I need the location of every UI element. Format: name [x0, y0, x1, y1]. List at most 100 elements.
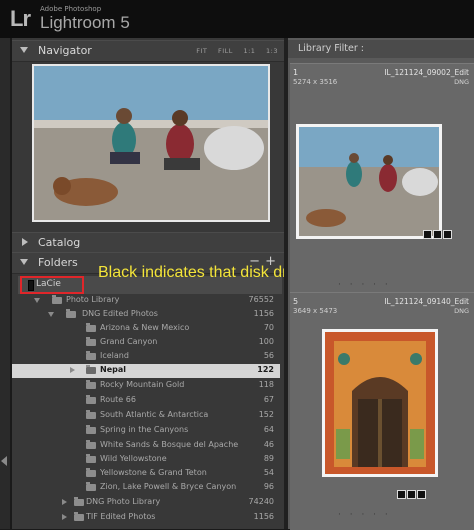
thumbnail-photo-image [325, 332, 435, 474]
folder-item-arizona[interactable]: Arizona & New Mexico 70 [12, 322, 280, 336]
disclosure-down-icon [20, 259, 28, 265]
zoom-1-3[interactable]: 1:3 [266, 47, 278, 55]
folder-count: 74240 [248, 497, 274, 506]
folder-item-spring-in-the-canyons[interactable]: Spring in the Canyons 64 [12, 424, 280, 438]
zoom-fill[interactable]: FILL [218, 47, 233, 55]
folder-item-rocky-mountain-gold[interactable]: Rocky Mountain Gold 118 [12, 379, 280, 393]
folder-count: 54 [263, 468, 274, 477]
folder-label: Yellowstone & Grand Teton [100, 468, 207, 477]
grid-thumbnail[interactable] [296, 124, 442, 239]
disclosure-right-icon[interactable] [62, 499, 67, 505]
folder-icon [86, 425, 96, 434]
folder-item-grand-canyon[interactable]: Grand Canyon 100 [12, 336, 280, 350]
thumbnail-badges [422, 230, 452, 241]
folder-count: 76552 [248, 295, 274, 304]
folder-icon [52, 295, 62, 304]
rating-dots[interactable]: · · · · · [338, 280, 391, 290]
navigator-preview[interactable] [32, 64, 270, 222]
rating-dots[interactable]: · · · · · [338, 510, 391, 520]
folder-item-wild-yellowstone[interactable]: Wild Yellowstone 89 [12, 453, 280, 467]
folder-item-dng-photo-library[interactable]: DNG Photo Library 74240 [12, 496, 280, 510]
folder-count: 56 [263, 351, 274, 360]
folder-item-nepal[interactable]: Nepal 122 [12, 364, 280, 378]
lightroom-logo: Lr [10, 6, 31, 31]
folder-count: 1156 [253, 309, 274, 318]
folder-icon [86, 323, 96, 332]
badge-icon [417, 490, 426, 499]
badge-icon [443, 230, 452, 239]
folder-label: White Sands & Bosque del Apache [100, 440, 239, 449]
badge-icon [433, 230, 442, 239]
folder-label: South Atlantic & Antarctica [100, 410, 209, 419]
library-filter-label: Library Filter : [298, 43, 364, 54]
folder-item-yellowstone-grand-teton[interactable]: Yellowstone & Grand Teton 54 [12, 467, 280, 481]
folder-label: Wild Yellowstone [100, 454, 167, 463]
folder-item-route-66[interactable]: Route 66 67 [12, 394, 280, 408]
folder-label: Route 66 [100, 395, 136, 404]
badge-icon [407, 490, 416, 499]
navigator-zoom-options: FIT FILL 1:1 1:3 [188, 47, 278, 55]
folder-count: 118 [258, 380, 274, 389]
thumbnail-photo-image [299, 127, 439, 236]
catalog-title: Catalog [38, 236, 81, 249]
folder-icon [86, 468, 96, 477]
folders-title: Folders [38, 256, 78, 269]
folder-label: DNG Photo Library [86, 497, 161, 506]
folder-label: TIF Edited Photos [86, 512, 156, 521]
app-name: Lightroom 5 [40, 13, 130, 32]
folder-label: Grand Canyon [100, 337, 158, 346]
cell-format: DNG [454, 307, 469, 315]
folder-icon [86, 351, 96, 360]
disclosure-right-icon [22, 238, 28, 246]
library-filter-bar[interactable]: Library Filter : [288, 40, 474, 58]
folder-item-tif-edited-photos[interactable]: TIF Edited Photos 1156 [12, 511, 280, 525]
folder-count: 67 [263, 395, 274, 404]
disclosure-right-icon[interactable] [62, 514, 67, 520]
badge-icon [423, 230, 432, 239]
navigator-header[interactable]: Navigator FIT FILL 1:1 1:3 [12, 40, 284, 62]
navigator-title: Navigator [38, 44, 92, 57]
cell-dimensions: 3649 x 5473 [293, 307, 338, 315]
folder-count: 89 [263, 454, 274, 463]
folder-label: Photo Library [66, 295, 120, 304]
drive-highlight-box [20, 276, 84, 294]
folder-icon [66, 309, 76, 318]
folder-count: 96 [263, 482, 274, 491]
cell-index: 5 [293, 297, 299, 306]
folder-label: Iceland [100, 351, 129, 360]
folder-label: Spring in the Canyons [100, 425, 189, 434]
zoom-fit[interactable]: FIT [196, 47, 207, 55]
folder-icon [86, 337, 96, 346]
disclosure-down-icon [20, 47, 28, 53]
cell-filename: IL_121124_09002_Edit [384, 68, 469, 77]
folder-count: 152 [258, 410, 274, 419]
folder-item-dng-edited-photos[interactable]: DNG Edited Photos 1156 [12, 308, 280, 322]
app-vendor: Adobe Photoshop [40, 5, 102, 13]
folder-item-photo-library[interactable]: Photo Library 76552 [12, 294, 280, 308]
zoom-1-1[interactable]: 1:1 [243, 47, 255, 55]
folder-label: Nepal [100, 365, 126, 374]
cell-dimensions: 5274 x 3516 [293, 78, 338, 86]
folder-count: 122 [257, 365, 274, 374]
grid-thumbnail[interactable] [322, 329, 438, 477]
left-panel-edge[interactable] [0, 38, 10, 529]
folder-label: DNG Edited Photos [82, 309, 158, 318]
folder-icon [86, 482, 96, 491]
cell-index: 1 [293, 68, 299, 77]
folder-icon [86, 440, 96, 449]
folder-icon [86, 365, 96, 374]
folder-item-iceland[interactable]: Iceland 56 [12, 350, 280, 364]
catalog-header[interactable]: Catalog [12, 232, 284, 254]
cell-format: DNG [454, 78, 469, 86]
folder-icon [86, 395, 96, 404]
folder-label: Arizona & New Mexico [100, 323, 190, 332]
folder-icon [86, 410, 96, 419]
collapse-arrow-icon[interactable] [1, 456, 7, 466]
folder-icon [86, 380, 96, 389]
folder-label: Zion, Lake Powell & Bryce Canyon [100, 482, 237, 491]
folder-item-white-sands[interactable]: White Sands & Bosque del Apache 46 [12, 439, 280, 453]
folder-item-south-atlantic[interactable]: South Atlantic & Antarctica 152 [12, 409, 280, 423]
disclosure-right-icon[interactable] [70, 367, 75, 373]
thumbnail-badges [396, 490, 426, 501]
folder-item-zion[interactable]: Zion, Lake Powell & Bryce Canyon 96 [12, 481, 280, 495]
